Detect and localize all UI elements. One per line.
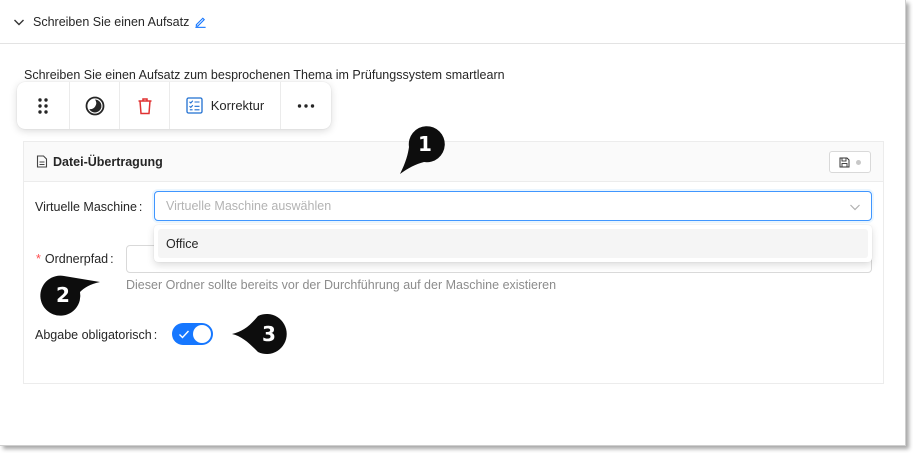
panel-title: Datei-Übertragung	[53, 154, 163, 169]
vm-field-label: Virtuelle Maschine:	[35, 200, 143, 214]
callout-marker-3: 3	[228, 312, 296, 356]
toggle-knob	[193, 325, 211, 343]
vm-dropdown-menu: Office	[154, 225, 872, 262]
theme-button[interactable]	[70, 82, 120, 129]
pencil-edit-icon[interactable]	[194, 15, 207, 28]
callout-marker-1: 1	[396, 120, 448, 176]
exam-task-card: Schreiben Sie einen Aufsatz Schreiben Si…	[0, 0, 906, 446]
submission-field-label: Abgabe obligatorisch:	[35, 328, 158, 342]
correction-label: Korrektur	[210, 98, 265, 113]
section-header[interactable]: Schreiben Sie einen Aufsatz	[0, 0, 905, 44]
more-horizontal-icon	[297, 103, 315, 108]
path-field-label: * Ordnerpfad:	[36, 252, 114, 266]
trash-icon	[138, 97, 151, 114]
panel-header: Datei-Übertragung	[24, 142, 883, 182]
floating-toolbar: Korrektur	[17, 82, 331, 129]
submission-toggle[interactable]	[172, 323, 213, 345]
delete-button[interactable]	[120, 82, 170, 129]
save-button[interactable]	[829, 151, 871, 173]
task-description: Schreiben Sie einen Aufsatz zum besproch…	[24, 68, 505, 82]
more-button[interactable]	[281, 82, 331, 129]
drag-handle-icon	[38, 97, 48, 114]
vm-select-placeholder: Virtuelle Maschine auswählen	[166, 199, 332, 213]
drag-handle-button[interactable]	[17, 82, 70, 129]
correction-button[interactable]: Korrektur	[170, 82, 281, 129]
path-hint: Dieser Ordner sollte bereits vor der Dur…	[126, 278, 557, 292]
chevron-down-icon	[850, 204, 860, 211]
chevron-down-icon[interactable]	[12, 15, 26, 29]
callout-marker-2: 2	[38, 270, 102, 320]
vm-select[interactable]: Virtuelle Maschine auswählen	[154, 191, 872, 221]
dropdown-option[interactable]: Office	[158, 229, 868, 258]
contrast-icon	[85, 96, 104, 115]
file-icon	[36, 155, 48, 168]
check-icon	[179, 330, 190, 339]
section-title: Schreiben Sie einen Aufsatz	[33, 14, 190, 29]
checklist-icon	[186, 97, 203, 114]
status-dot	[856, 159, 861, 165]
save-icon	[839, 157, 850, 167]
